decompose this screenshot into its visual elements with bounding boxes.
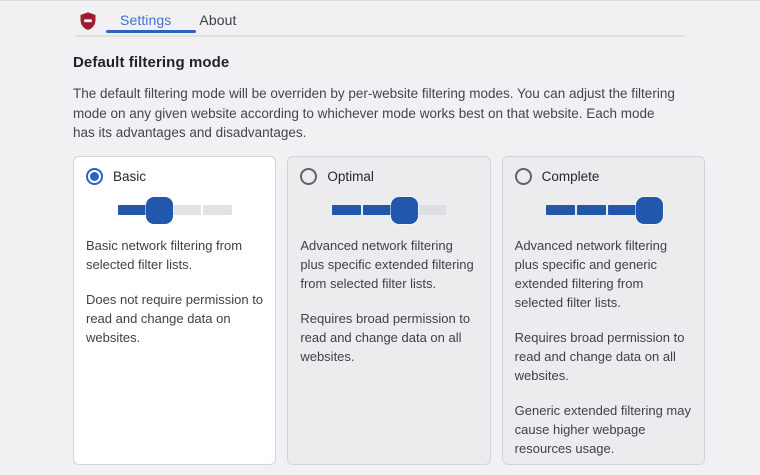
mode-paragraph: Advanced network filtering plus specific…: [300, 237, 474, 291]
slider-track-segment: [171, 205, 201, 215]
tabbar-divider: [75, 35, 685, 37]
mode-description: Advanced network filtering plus specific…: [300, 236, 477, 366]
mode-card-optimal[interactable]: Optimal Advanced network filtering plus …: [287, 155, 491, 465]
tab-bar: Settings About: [73, 1, 705, 38]
mode-label[interactable]: Complete: [542, 169, 600, 184]
slider-track-segment: [202, 205, 232, 215]
filtering-mode-cards: Basic Basic network filtering from selec…: [73, 155, 705, 465]
mode-description: Basic network filtering from selected fi…: [86, 236, 263, 347]
slider-track-segment: [331, 205, 361, 215]
mode-description: Advanced network filtering plus specific…: [515, 236, 692, 458]
slider-thumb[interactable]: [636, 196, 664, 224]
mode-label[interactable]: Optimal: [327, 169, 374, 184]
mode-paragraph: Generic extended filtering may cause hig…: [514, 402, 691, 456]
mode-label[interactable]: Basic: [113, 169, 146, 184]
mode-radio[interactable]: [86, 168, 103, 185]
slider-track-segment: [362, 205, 392, 215]
mode-card-complete[interactable]: Complete Advanced network filtering plus…: [501, 155, 705, 465]
page-title: Default filtering mode: [73, 54, 230, 71]
mode-header: Basic: [86, 168, 263, 186]
settings-page: Settings About Default filtering mode Th…: [0, 1, 760, 465]
slider-track-segment: [546, 205, 576, 215]
slider-track-segment: [608, 205, 638, 215]
mode-paragraph: Basic network filtering from selected fi…: [86, 237, 243, 272]
mode-radio[interactable]: [300, 168, 318, 185]
mode-header: Optimal: [300, 168, 477, 186]
slider-track-segment: [577, 205, 607, 215]
mode-paragraph: Requires broad permission to read and ch…: [300, 310, 471, 364]
mode-radio[interactable]: [514, 168, 532, 185]
mode-card-basic[interactable]: Basic Basic network filtering from selec…: [73, 155, 277, 465]
mode-paragraph: Requires broad permission to read and ch…: [514, 329, 685, 383]
active-tab-underline: [106, 29, 196, 33]
mode-paragraph: Does not require permission to read and …: [86, 291, 264, 345]
filtering-level-slider[interactable]: [515, 196, 692, 224]
slider-thumb[interactable]: [390, 196, 418, 224]
page-description: The default filtering mode will be overr…: [73, 86, 675, 140]
filtering-level-slider[interactable]: [86, 196, 263, 224]
slider-track-segment: [117, 205, 147, 215]
slider-track-segment: [416, 205, 446, 215]
mode-paragraph: Advanced network filtering plus specific…: [514, 237, 668, 310]
ubo-lite-shield-icon: [80, 11, 96, 30]
filtering-level-slider[interactable]: [300, 196, 477, 224]
mode-header: Complete: [514, 168, 692, 186]
slider-thumb[interactable]: [145, 196, 173, 224]
